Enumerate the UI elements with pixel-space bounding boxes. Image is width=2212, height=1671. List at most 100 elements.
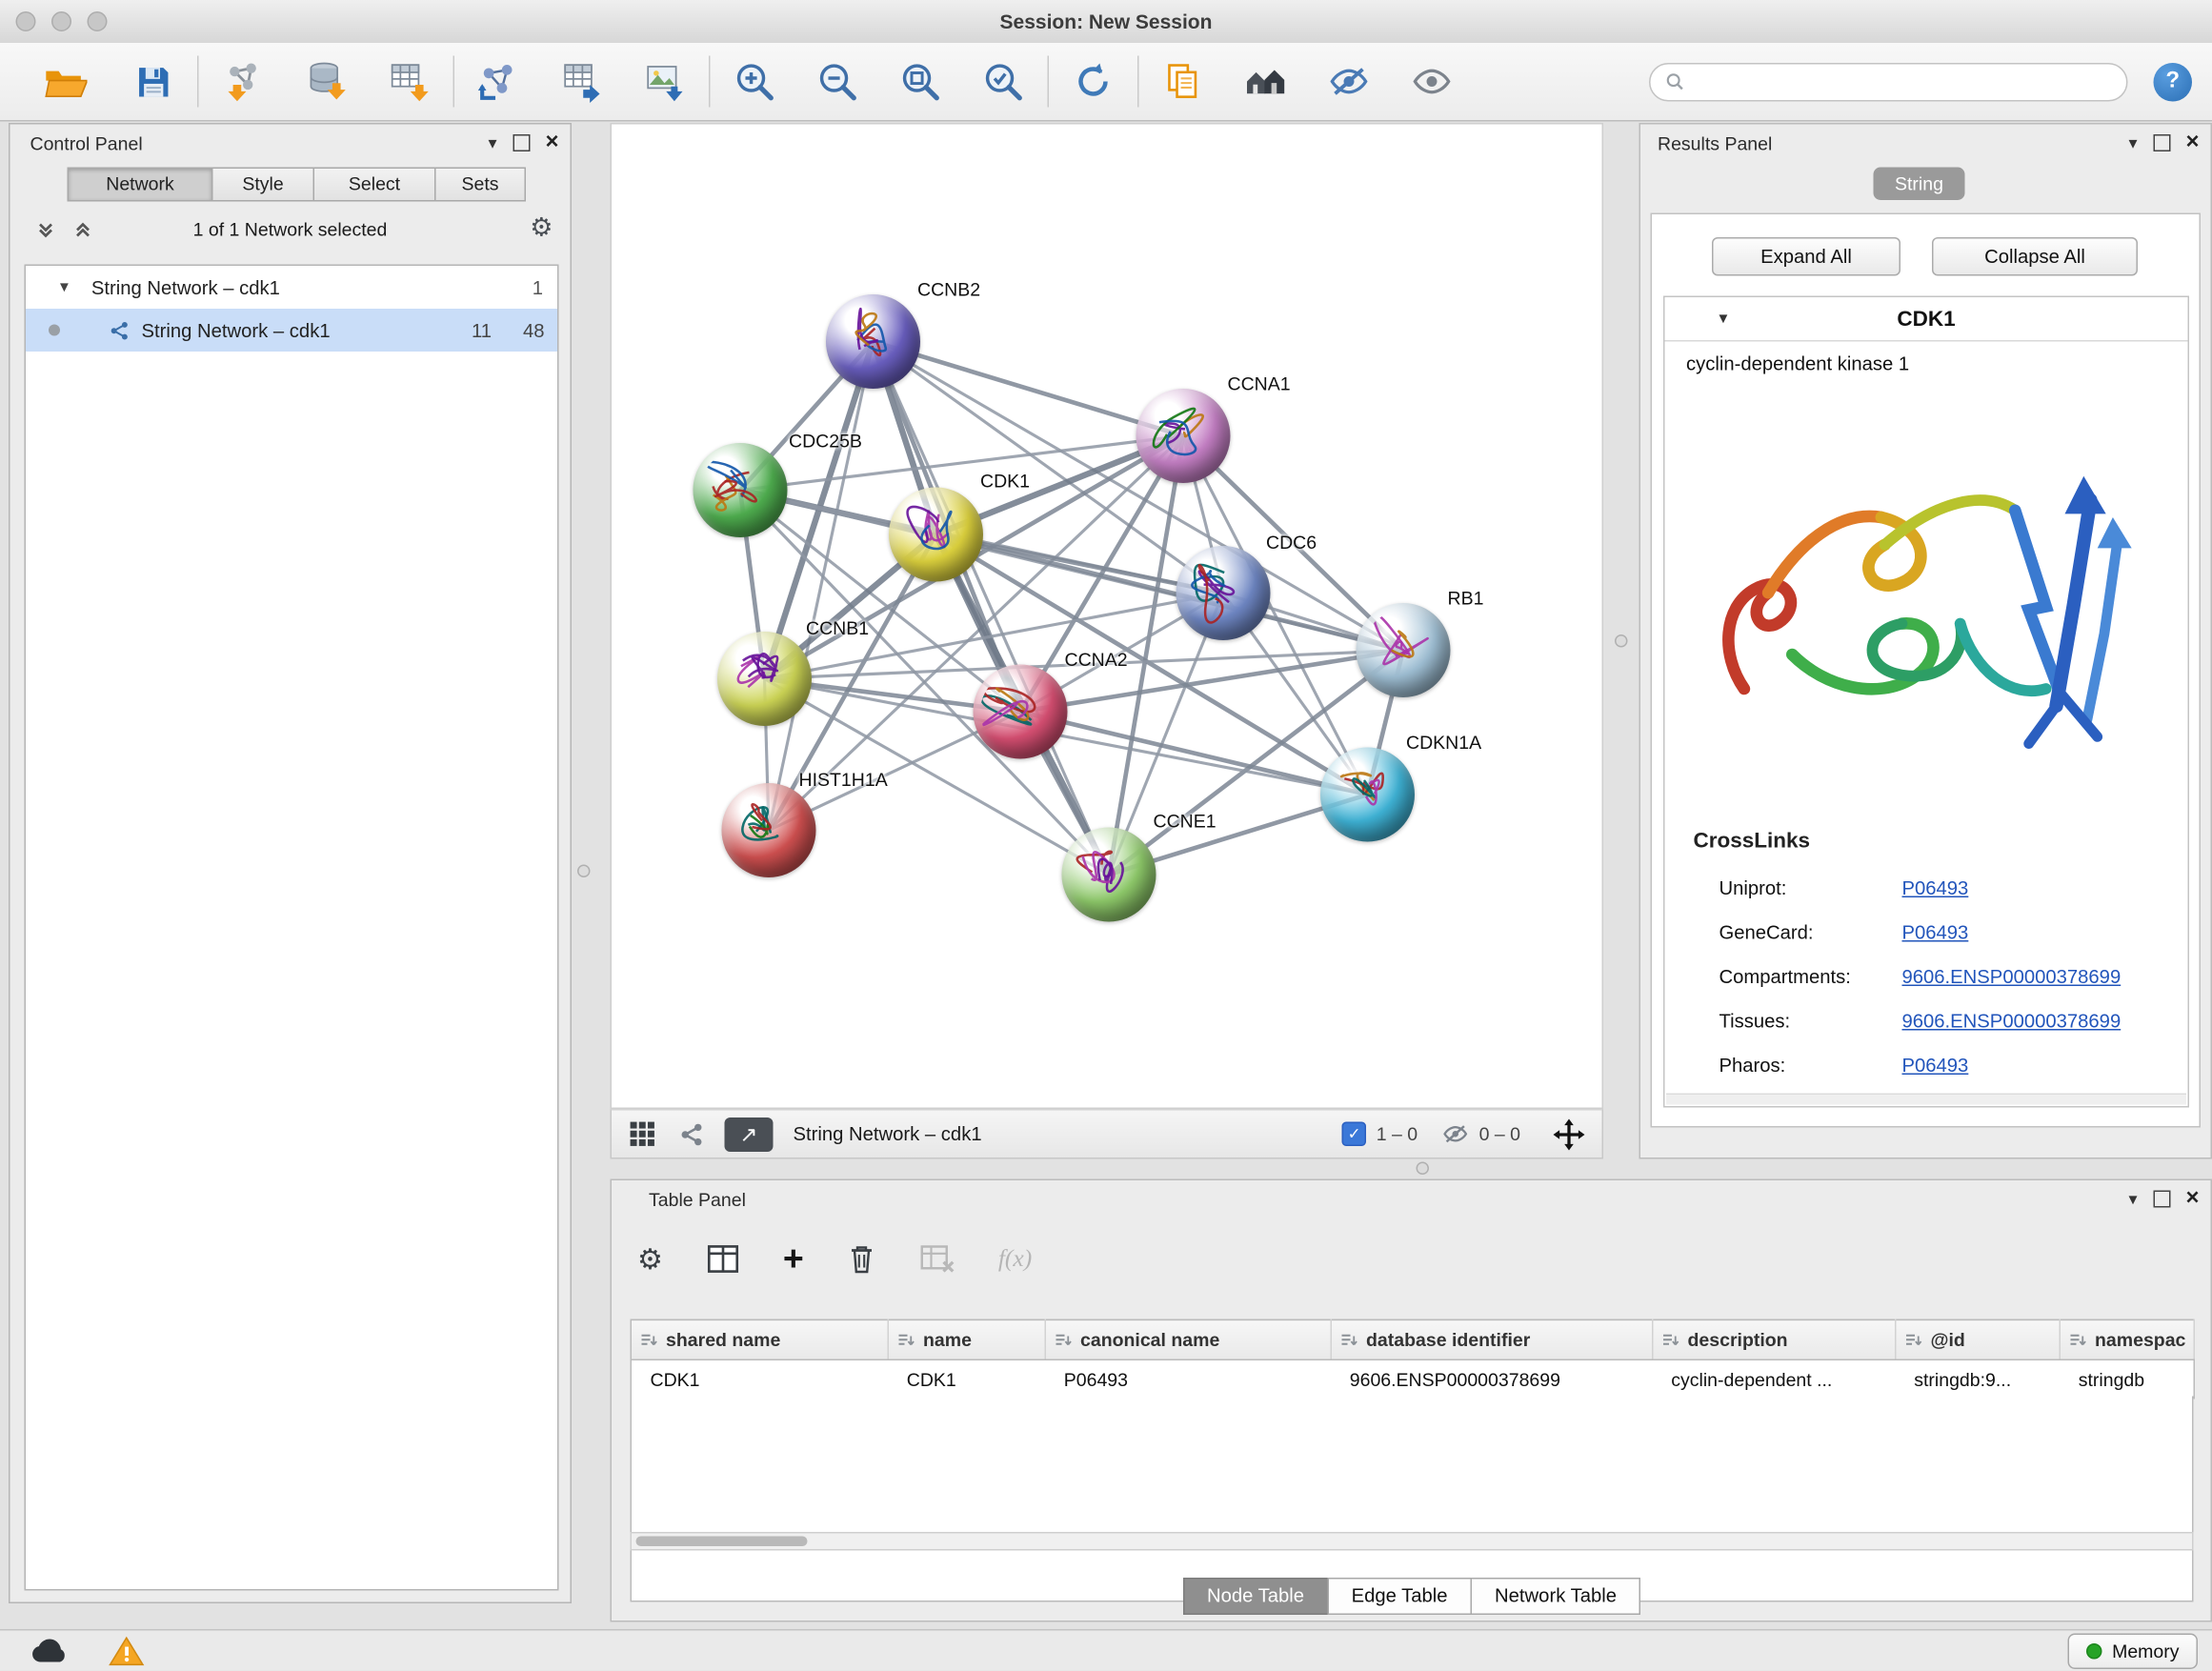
search-input[interactable]: [1694, 70, 2113, 94]
network-share-small-icon[interactable]: [679, 1121, 705, 1147]
network-node-HIST1H1A[interactable]: [722, 783, 816, 877]
panel-close-icon[interactable]: ×: [545, 131, 558, 154]
panel-collapse-icon[interactable]: ▾: [2128, 1191, 2137, 1208]
tree-expand-icon[interactable]: ▼: [57, 279, 71, 295]
panel-collapse-icon[interactable]: ▾: [2128, 134, 2137, 151]
tab-select[interactable]: Select: [313, 168, 436, 202]
panel-collapse-icon[interactable]: ▾: [488, 134, 496, 151]
scrollbar-thumb[interactable]: [636, 1537, 808, 1547]
home-view-button[interactable]: [1234, 49, 1299, 114]
apply-layout-button[interactable]: [1060, 49, 1126, 114]
tab-sets[interactable]: Sets: [434, 168, 526, 202]
grid-view-icon[interactable]: [629, 1120, 656, 1148]
export-table-button[interactable]: [549, 49, 614, 114]
vertical-splitter-handle[interactable]: [577, 865, 591, 878]
clone-network-button[interactable]: [466, 49, 532, 114]
warning-icon[interactable]: [109, 1634, 145, 1667]
column-header[interactable]: @id: [1896, 1319, 2061, 1359]
tab-string[interactable]: String: [1874, 168, 1965, 201]
network-node-CCNA2[interactable]: [974, 665, 1068, 759]
horizontal-splitter-handle[interactable]: [1417, 1162, 1430, 1176]
network-node-CDC25B[interactable]: [694, 443, 788, 537]
import-network-database-button[interactable]: [293, 49, 359, 114]
crosslink-uniprot-link[interactable]: P06493: [1902, 877, 1969, 899]
table-horizontal-scrollbar[interactable]: [631, 1532, 2194, 1551]
crosslink-tissues-link[interactable]: 9606.ENSP00000378699: [1902, 1011, 2122, 1033]
network-node-CDC6[interactable]: [1176, 546, 1271, 640]
import-table-button[interactable]: [376, 49, 442, 114]
birdseye-toggle-button[interactable]: ↗: [725, 1117, 774, 1151]
tab-style[interactable]: Style: [211, 168, 314, 202]
tree-row-collection[interactable]: ▼ String Network – cdk1 1: [26, 266, 557, 309]
node-label-CCNA2: CCNA2: [1065, 649, 1128, 671]
cloud-icon[interactable]: [29, 1637, 71, 1665]
crosslink-compartments-link[interactable]: 9606.ENSP00000378699: [1902, 966, 2122, 988]
column-header[interactable]: namespac: [2060, 1319, 2194, 1359]
collapse-all-button[interactable]: Collapse All: [1932, 237, 2138, 276]
table-row[interactable]: CDK1 CDK1 P06493 9606.ENSP00000378699 cy…: [631, 1359, 2194, 1399]
horizontal-scrollbar[interactable]: [1666, 1094, 2186, 1105]
import-network-file-button[interactable]: [211, 49, 276, 114]
network-canvas[interactable]: CCNB2CCNA1CDC25BCDK1CDC6RB1CCNB1CCNA2CDK…: [611, 123, 1604, 1109]
column-header[interactable]: shared name: [631, 1319, 888, 1359]
network-node-CDK1[interactable]: [889, 488, 983, 582]
network-node-CCNB1[interactable]: [717, 632, 812, 726]
help-button[interactable]: ?: [2154, 62, 2193, 101]
column-header[interactable]: description: [1653, 1319, 1896, 1359]
show-columns-icon[interactable]: [706, 1243, 740, 1275]
show-all-button[interactable]: [1399, 49, 1465, 114]
table-settings-gear-icon[interactable]: ⚙: [637, 1241, 663, 1278]
node-label-HIST1H1A: HIST1H1A: [799, 769, 888, 791]
protein-structure-thumbnail: [974, 665, 1068, 759]
network-node-CDKN1A[interactable]: [1320, 748, 1415, 842]
network-node-CCNA1[interactable]: [1136, 389, 1231, 483]
search-box[interactable]: [1649, 62, 2128, 101]
zoom-in-button[interactable]: [722, 49, 788, 114]
tab-edge-table[interactable]: Edge Table: [1327, 1578, 1472, 1615]
duplicate-document-button[interactable]: [1151, 49, 1217, 114]
panel-float-icon[interactable]: [2153, 134, 2170, 151]
tree-row-network[interactable]: String Network – cdk1 11 48: [26, 309, 557, 352]
column-header[interactable]: canonical name: [1045, 1319, 1331, 1359]
column-header[interactable]: name: [888, 1319, 1045, 1359]
crosslink-row: Pharos: P06493: [1719, 1043, 2177, 1088]
crosslinks-title: CrossLinks: [1694, 829, 1811, 854]
gear-icon[interactable]: ⚙: [530, 213, 553, 244]
pan-crosshair-icon[interactable]: [1554, 1118, 1585, 1150]
current-network-dot: [49, 325, 60, 336]
tab-network[interactable]: Network: [68, 168, 213, 202]
panel-float-icon[interactable]: [513, 134, 530, 151]
save-session-button[interactable]: [120, 49, 186, 114]
panel-float-icon[interactable]: [2153, 1191, 2170, 1208]
zoom-fit-icon: [899, 60, 942, 103]
selected-checkbox-icon[interactable]: ✓: [1342, 1122, 1367, 1147]
add-column-icon[interactable]: +: [783, 1241, 804, 1278]
tab-node-table[interactable]: Node Table: [1182, 1578, 1328, 1615]
column-header[interactable]: database identifier: [1331, 1319, 1653, 1359]
network-node-CCNB2[interactable]: [826, 294, 920, 389]
hidden-eye-slash-icon[interactable]: [1442, 1122, 1470, 1147]
network-node-RB1[interactable]: [1357, 603, 1451, 697]
card-expand-icon[interactable]: ▼: [1717, 311, 1731, 327]
zoom-fit-button[interactable]: [888, 49, 954, 114]
crosslink-genecard-link[interactable]: P06493: [1902, 922, 1969, 944]
vertical-splitter-handle[interactable]: [1615, 634, 1628, 648]
zoom-out-icon: [816, 60, 859, 103]
zoom-selected-button[interactable]: [971, 49, 1036, 114]
panel-close-icon[interactable]: ×: [2185, 1188, 2199, 1211]
crosslink-pharos-link[interactable]: P06493: [1902, 1055, 1969, 1077]
protein-description: cyclin-dependent kinase 1: [1686, 353, 2188, 375]
protein-card-header[interactable]: ▼ CDK1: [1665, 297, 2188, 342]
zoom-out-button[interactable]: [805, 49, 871, 114]
expand-all-button[interactable]: Expand All: [1712, 237, 1900, 276]
open-session-button[interactable]: [31, 49, 97, 114]
memory-button[interactable]: Memory: [2068, 1633, 2198, 1669]
panel-close-icon[interactable]: ×: [2185, 131, 2199, 154]
network-node-CCNE1[interactable]: [1062, 828, 1156, 922]
tab-network-table[interactable]: Network Table: [1471, 1578, 1641, 1615]
export-image-button[interactable]: [632, 49, 697, 114]
delete-column-trash-icon[interactable]: [847, 1243, 875, 1275]
table-type-tabs: Node Table Edge Table Network Table: [612, 1578, 2211, 1615]
hide-selected-button[interactable]: [1317, 49, 1382, 114]
protein-structure-thumbnail: [826, 294, 920, 389]
